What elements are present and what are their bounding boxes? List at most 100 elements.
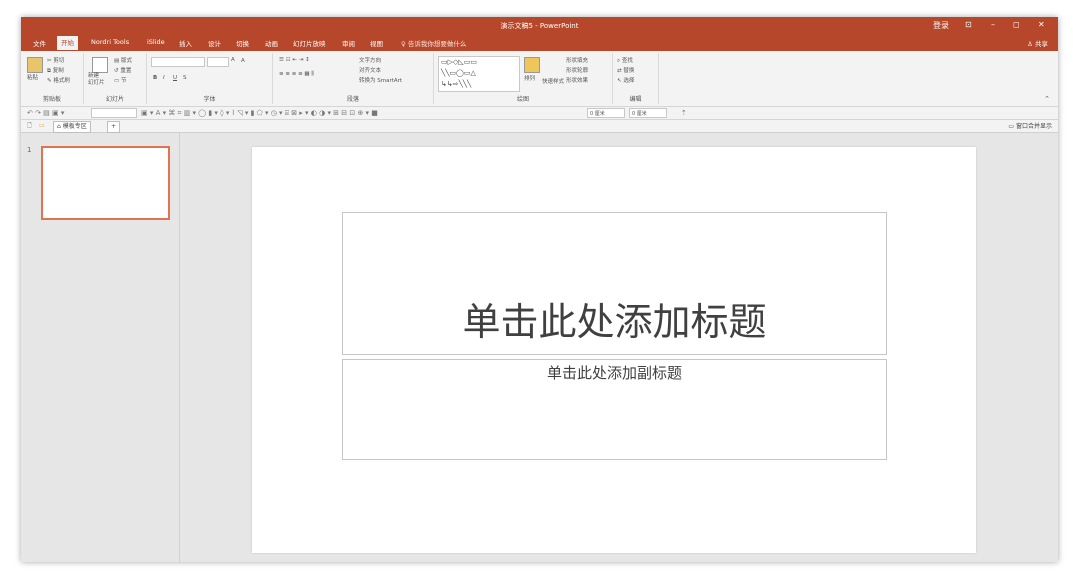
tab-islide[interactable]: iSlide bbox=[147, 38, 165, 46]
format-painter-button[interactable]: ✎ 格式刷 bbox=[47, 76, 70, 84]
align-text-button[interactable]: 对齐文本 bbox=[359, 66, 381, 74]
undo-icon[interactable]: ↶ ↷ ▤ ▣ ▾ bbox=[27, 109, 64, 117]
layout-button[interactable]: ▤ 版式 bbox=[114, 56, 132, 64]
convert-smartart-button[interactable]: 转换为 SmartArt bbox=[359, 76, 402, 84]
login-link[interactable]: 登录 bbox=[933, 20, 949, 31]
subtitle-placeholder[interactable]: 单击此处添加副标题 bbox=[342, 359, 887, 460]
shrink-font-button[interactable]: A bbox=[241, 58, 245, 64]
lightbulb-icon: ♀ bbox=[401, 40, 408, 48]
font-name-box[interactable] bbox=[151, 57, 205, 67]
shape-fill-button[interactable]: 形状填充 bbox=[566, 56, 588, 64]
tab-design[interactable]: 设计 bbox=[208, 38, 221, 48]
quick-access-toolbar: ↶ ↷ ▤ ▣ ▾ ▣ ▾ A ▾ ⌘ ⌗ ▥ ▾ ◯ ▮ ▾ ◊ ▾ ⌇ ◹ … bbox=[21, 107, 1058, 120]
paste-button[interactable]: 粘贴 bbox=[27, 73, 38, 81]
paragraph-label: 段落 bbox=[346, 96, 359, 103]
quick-styles-button[interactable]: 快速样式 bbox=[542, 77, 564, 85]
slide-thumbnail[interactable] bbox=[41, 146, 170, 220]
shapes-icons-row3[interactable]: ↳↳⇨╲╲╲ bbox=[441, 80, 471, 88]
split-window-label: 窗口合并显示 bbox=[1015, 123, 1052, 130]
tab-insert[interactable]: 插入 bbox=[179, 38, 192, 48]
window-title: 演示文稿5 - PowerPoint bbox=[500, 22, 579, 30]
thumbnail-number: 1 bbox=[27, 146, 32, 154]
tab-home[interactable]: 开始 bbox=[57, 36, 78, 50]
tab-nordri-tools[interactable]: Nordri Tools bbox=[91, 38, 129, 46]
width-value: 0 厘米 bbox=[590, 111, 605, 117]
powerpoint-window: 演示文稿5 - PowerPoint 登录 ⊡ – ◻ ✕ 文件 开始 Nord… bbox=[21, 17, 1058, 562]
font-label: 字体 bbox=[203, 96, 216, 103]
new-slide-button[interactable]: 新建 幻灯片 bbox=[88, 73, 105, 87]
title-placeholder[interactable]: 单击此处添加标题 bbox=[342, 212, 887, 355]
tab-animations[interactable]: 动画 bbox=[265, 38, 278, 48]
group-clipboard: 粘贴 ✂ 剪切 ⧉ 复制 ✎ 格式刷 剪贴板 bbox=[21, 53, 84, 104]
person-icon: ♙ bbox=[1027, 40, 1035, 48]
close-button[interactable]: ✕ bbox=[1038, 20, 1045, 29]
slide-editor: 单击此处添加标题 单击此处添加副标题 bbox=[180, 133, 1058, 562]
slide-thumbnail-pane: 1 bbox=[21, 133, 180, 562]
cut-button[interactable]: ✂ 剪切 bbox=[47, 56, 64, 64]
slide[interactable]: 单击此处添加标题 单击此处添加副标题 bbox=[252, 147, 976, 553]
height-input[interactable]: 0 厘米 bbox=[629, 108, 667, 118]
find-button[interactable]: ⌕ 查找 bbox=[617, 56, 633, 65]
tell-me-box[interactable]: ♀ 告诉我你想要做什么 bbox=[401, 38, 466, 48]
tell-me-text: 告诉我你想要做什么 bbox=[407, 40, 467, 48]
tab-view[interactable]: 视图 bbox=[370, 38, 383, 48]
tab-file[interactable]: 文件 bbox=[33, 38, 46, 48]
group-font: A A B I U S 字体 bbox=[147, 53, 273, 104]
underline-button[interactable]: U bbox=[173, 75, 177, 81]
grow-font-button[interactable]: A bbox=[231, 57, 235, 63]
editing-label: 编辑 bbox=[629, 96, 642, 103]
arrange-icon[interactable] bbox=[524, 57, 540, 73]
bullets-icon[interactable]: ☰ ☷ ⇤ ⇥ ↕ bbox=[279, 57, 310, 63]
replace-button[interactable]: ⇄ 替换 bbox=[617, 66, 634, 74]
ribbon: 粘贴 ✂ 剪切 ⧉ 复制 ✎ 格式刷 剪贴板 新建 幻灯片 ▤ 版式 ↺ 重置 … bbox=[21, 51, 1058, 107]
italic-button[interactable]: I bbox=[163, 75, 165, 81]
shape-outline-button[interactable]: 形状轮廓 bbox=[566, 66, 588, 74]
template-tab-label: 模板专区 bbox=[62, 123, 87, 130]
arrange-button[interactable]: 排列 bbox=[524, 74, 535, 82]
bold-button[interactable]: B bbox=[153, 75, 157, 81]
font-size-box[interactable] bbox=[207, 57, 229, 67]
folder-icon[interactable]: ▭ bbox=[39, 121, 45, 131]
copy-button[interactable]: ⧉ 复制 bbox=[47, 66, 64, 75]
width-input[interactable]: 0 厘米 bbox=[587, 108, 625, 118]
tab-slideshow[interactable]: 幻灯片放映 bbox=[293, 38, 326, 48]
window-icon: ▭ bbox=[1008, 123, 1016, 130]
align-icons[interactable]: ≡ ≡ ≡ ≡ ▦ ⫼ bbox=[279, 71, 314, 78]
reset-button[interactable]: ↺ 重置 bbox=[114, 66, 131, 74]
subtitle-placeholder-text: 单击此处添加副标题 bbox=[546, 364, 682, 382]
qat-more-icon[interactable]: ⇡ bbox=[681, 109, 687, 117]
ribbon-display-icon[interactable]: ⊡ bbox=[965, 20, 972, 29]
share-label: 共享 bbox=[1035, 40, 1048, 48]
shapes-icons-row2[interactable]: ╲╲▭◯▭△ bbox=[441, 69, 476, 77]
collapse-ribbon-icon[interactable]: ⌃ bbox=[1044, 95, 1050, 103]
title-placeholder-text: 单击此处添加标题 bbox=[462, 300, 767, 344]
ribbon-tabs: 文件 开始 Nordri Tools iSlide 插入 设计 切换 动画 幻灯… bbox=[21, 35, 1058, 51]
slides-label: 幻灯片 bbox=[105, 96, 124, 103]
title-bar: 演示文稿5 - PowerPoint 登录 ⊡ – ◻ ✕ bbox=[21, 17, 1058, 35]
maximize-button[interactable]: ◻ bbox=[1013, 20, 1020, 29]
share-button[interactable]: ♙ 共享 bbox=[1027, 38, 1048, 48]
qat-tools-icons[interactable]: ▣ ▾ A ▾ ⌘ ⌗ ▥ ▾ ◯ ▮ ▾ ◊ ▾ ⌇ ◹ ▾ ▮ ⬠ ▾ ◷ … bbox=[141, 109, 378, 118]
shadow-button[interactable]: S bbox=[183, 75, 187, 81]
shapes-icons[interactable]: ▭▷◇◺▭▭ bbox=[441, 58, 477, 66]
split-window-button[interactable]: ▭ 窗口合并显示 bbox=[1008, 121, 1052, 130]
shape-effects-button[interactable]: 形状效果 bbox=[566, 76, 588, 84]
template-tab[interactable]: ⌂ 模板专区 bbox=[53, 121, 91, 133]
minimize-button[interactable]: – bbox=[991, 20, 995, 29]
section-button[interactable]: ▭ 节 bbox=[114, 76, 126, 84]
clipboard-label: 剪贴板 bbox=[42, 96, 61, 103]
tab-transitions[interactable]: 切换 bbox=[236, 38, 249, 48]
tab-review[interactable]: 审阅 bbox=[342, 38, 355, 48]
add-tab-button[interactable]: + bbox=[107, 121, 121, 133]
shapes-gallery[interactable]: ▭▷◇◺▭▭ ╲╲▭◯▭△ ↳↳⇨╲╲╲ bbox=[438, 56, 520, 92]
group-editing: ⌕ 查找 ⇄ 替换 ↖ 选择 编辑 bbox=[613, 53, 659, 104]
group-drawing: ▭▷◇◺▭▭ ╲╲▭◯▭△ ↳↳⇨╲╲╲ 排列 快速样式 形状填充 形状轮廓 形… bbox=[434, 53, 613, 104]
paste-icon[interactable] bbox=[27, 57, 43, 73]
new-slide-icon[interactable] bbox=[92, 57, 108, 73]
select-button[interactable]: ↖ 选择 bbox=[617, 76, 634, 84]
qat-dropdown[interactable] bbox=[91, 108, 137, 118]
text-direction-button[interactable]: 文字方向 bbox=[359, 56, 381, 64]
document-tabs: 🗋 ▭ ⌂ 模板专区 + ▭ 窗口合并显示 bbox=[21, 120, 1058, 133]
group-slides: 新建 幻灯片 ▤ 版式 ↺ 重置 ▭ 节 幻灯片 bbox=[84, 53, 147, 104]
new-document-icon[interactable]: 🗋 bbox=[27, 121, 32, 131]
